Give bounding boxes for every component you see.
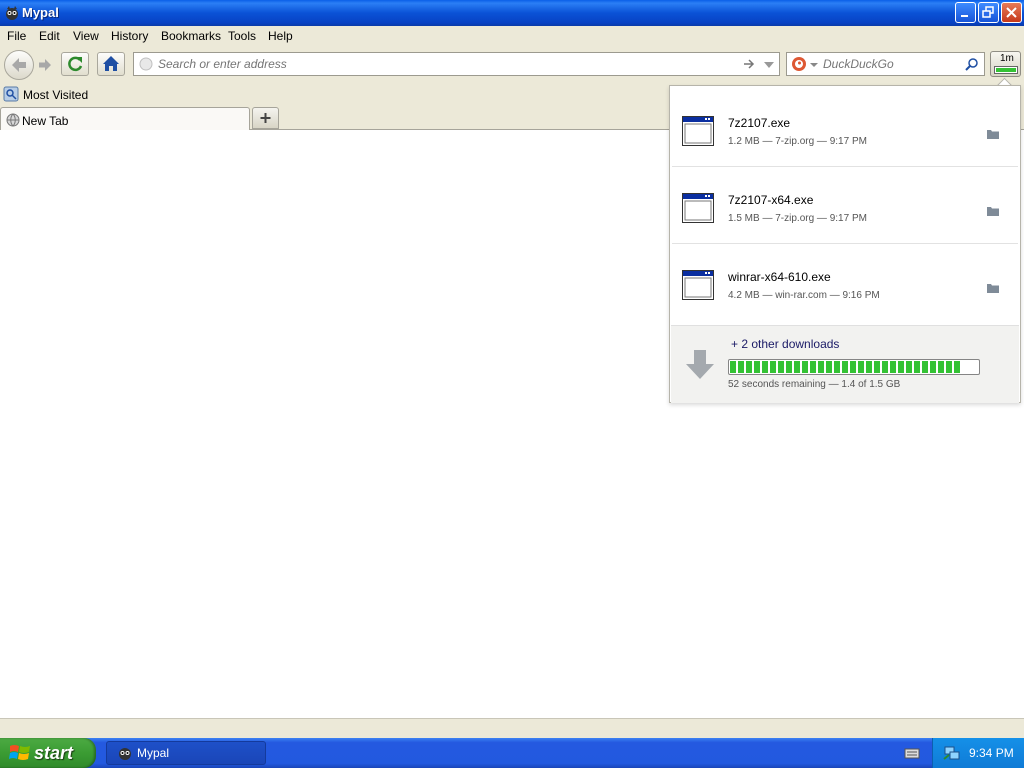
tab-new-tab[interactable]: New Tab <box>0 107 250 130</box>
download-progress-bar <box>728 359 980 375</box>
download-filename: winrar-x64-610.exe <box>728 270 831 284</box>
minimize-button[interactable] <box>955 2 976 23</box>
downloads-summary[interactable]: + 2 other downloads 52 seconds remaining… <box>671 325 1019 403</box>
go-arrow-icon[interactable] <box>742 57 756 71</box>
mypal-logo-icon <box>119 748 131 760</box>
title-bar[interactable]: Mypal <box>0 0 1024 26</box>
menu-view[interactable]: View <box>73 29 99 43</box>
download-meta: 1.5 MB — 7-zip.org — 9:17 PM <box>728 213 867 224</box>
new-tab-button[interactable] <box>252 107 279 129</box>
most-visited-icon <box>3 86 19 102</box>
folder-icon[interactable] <box>986 282 1000 294</box>
search-icon[interactable] <box>965 57 979 71</box>
window-title: Mypal <box>22 5 59 20</box>
menu-bookmarks[interactable]: Bookmarks <box>161 29 221 43</box>
tab-label: New Tab <box>22 114 69 128</box>
search-engine-dropdown-icon[interactable] <box>810 61 818 69</box>
address-input[interactable] <box>158 56 718 72</box>
restore-button[interactable] <box>978 2 999 23</box>
download-item[interactable]: winrar-x64-610.exe 4.2 MB — win-rar.com … <box>672 244 1018 320</box>
navigation-toolbar: 1m <box>0 46 1024 84</box>
menu-tools[interactable]: Tools <box>228 29 256 43</box>
dropdown-arrow-icon[interactable] <box>763 59 775 71</box>
folder-icon[interactable] <box>986 128 1000 140</box>
bookmark-most-visited[interactable]: Most Visited <box>3 86 93 104</box>
download-item[interactable]: 7z2107-x64.exe 1.5 MB — 7-zip.org — 9:17… <box>672 167 1018 244</box>
reload-button[interactable] <box>61 52 89 76</box>
back-button[interactable] <box>4 50 34 80</box>
downloads-button[interactable]: 1m <box>990 51 1021 77</box>
bookmark-label: Most Visited <box>23 88 89 102</box>
menu-bar: File Edit View History Bookmarks Tools H… <box>0 26 1024 46</box>
downloads-panel: 7z2107.exe 1.2 MB — 7-zip.org — 9:17 PM … <box>669 85 1021 403</box>
network-icon[interactable] <box>943 745 961 761</box>
close-button[interactable] <box>1001 2 1022 23</box>
download-item[interactable]: 7z2107.exe 1.2 MB — 7-zip.org — 9:17 PM <box>672 90 1018 167</box>
globe-icon <box>6 113 20 127</box>
download-arrow-icon <box>686 350 714 379</box>
minimize-icon <box>961 15 968 17</box>
menu-history[interactable]: History <box>111 29 148 43</box>
other-downloads-label: + 2 other downloads <box>731 337 840 351</box>
executable-file-icon <box>682 193 714 223</box>
download-filename: 7z2107-x64.exe <box>728 193 814 207</box>
executable-file-icon <box>682 270 714 300</box>
download-status: 52 seconds remaining — 1.4 of 1.5 GB <box>728 379 901 390</box>
windows-logo-icon <box>9 745 30 760</box>
download-progress-icon <box>994 66 1018 74</box>
keyboard-icon[interactable] <box>904 746 920 760</box>
system-clock[interactable]: 9:34 PM <box>969 746 1014 760</box>
system-tray: 9:34 PM <box>932 738 1024 768</box>
menu-file[interactable]: File <box>7 29 26 43</box>
site-identity-icon <box>139 57 153 71</box>
folder-icon[interactable] <box>986 205 1000 217</box>
downloads-time-label: 1m <box>1000 53 1014 64</box>
close-icon <box>1006 7 1017 18</box>
search-input[interactable] <box>823 56 953 72</box>
restore-icon <box>982 6 994 18</box>
home-button[interactable] <box>97 52 125 76</box>
executable-file-icon <box>682 116 714 146</box>
plus-icon <box>260 113 271 123</box>
home-icon <box>103 56 119 71</box>
download-meta: 1.2 MB — 7-zip.org — 9:17 PM <box>728 136 867 147</box>
status-bar <box>0 718 1024 738</box>
taskbar-item-mypal[interactable]: Mypal <box>106 741 266 765</box>
search-bar[interactable] <box>786 52 985 76</box>
start-label: start <box>34 743 74 763</box>
duckduckgo-icon[interactable] <box>791 56 807 72</box>
menu-help[interactable]: Help <box>268 29 293 43</box>
address-bar[interactable] <box>133 52 780 76</box>
forward-arrow-icon[interactable] <box>36 56 54 74</box>
start-button[interactable]: start <box>0 738 96 768</box>
download-meta: 4.2 MB — win-rar.com — 9:16 PM <box>728 290 880 301</box>
reload-icon <box>68 56 83 72</box>
back-arrow-icon <box>12 58 26 72</box>
taskbar-item-label: Mypal <box>137 746 170 760</box>
menu-edit[interactable]: Edit <box>39 29 60 43</box>
mypal-logo-icon <box>6 6 18 20</box>
download-filename: 7z2107.exe <box>728 116 791 130</box>
download-progress-fill <box>730 361 961 373</box>
taskbar: start Mypal 9:34 PM <box>0 738 1024 768</box>
